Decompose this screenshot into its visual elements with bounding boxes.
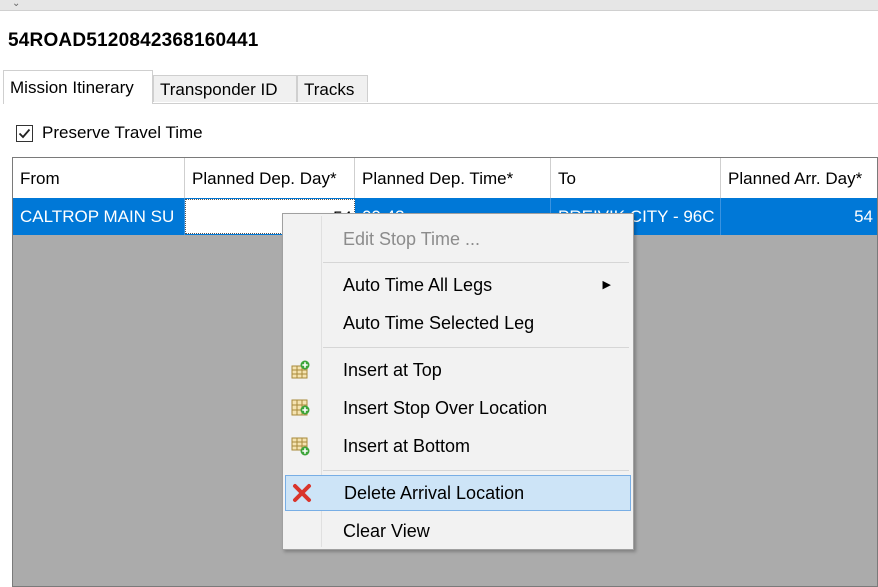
tab-tracks[interactable]: Tracks [297,75,368,102]
cell-from[interactable]: CALTROP MAIN SU [13,198,185,235]
delete-x-icon [293,484,311,502]
preserve-travel-time-label: Preserve Travel Time [42,123,203,142]
tab-mission-itinerary[interactable]: Mission Itinerary [3,70,153,104]
checkmark-icon [18,128,31,138]
menu-item-delete-arrival-location[interactable]: Delete Arrival Location [285,475,631,511]
column-header-planned-dep-time[interactable]: Planned Dep. Time* [355,158,551,198]
menu-item-label: Delete Arrival Location [344,483,525,503]
menu-item-label: Auto Time Selected Leg [343,313,535,333]
grid-header: From Planned Dep. Day* Planned Dep. Time… [13,158,877,199]
menu-separator [323,347,629,348]
column-header-from[interactable]: From [13,158,185,198]
insert-top-icon [291,360,310,379]
menu-item-label: Insert at Bottom [343,436,471,456]
column-header-planned-arr-day[interactable]: Planned Arr. Day* [721,158,877,198]
menu-item-insert-stop-over-location[interactable]: Insert Stop Over Location [285,390,631,426]
menu-item-label: Auto Time All Legs [343,275,493,295]
menu-item-label: Edit Stop Time ... [343,229,481,249]
menu-item-label: Insert at Top [343,360,442,380]
menu-item-edit-stop-time[interactable]: Edit Stop Time ... [285,221,631,257]
menu-separator [323,470,629,471]
tab-transponder-id[interactable]: Transponder ID [153,75,297,102]
cell-arr-day[interactable]: 54 [721,198,877,235]
menu-item-label: Insert Stop Over Location [343,398,548,418]
column-header-planned-dep-day[interactable]: Planned Dep. Day* [185,158,355,198]
record-id-title: 54ROAD5120842368160441 [8,30,259,51]
menu-item-auto-time-all-legs[interactable]: Auto Time All Legs ▶ [285,267,631,303]
insert-middle-icon [291,399,310,416]
preserve-travel-time-checkbox[interactable] [16,124,33,142]
menu-item-label: Clear View [343,521,430,541]
insert-bottom-icon [291,437,310,456]
column-header-to[interactable]: To [551,158,721,198]
tab-strip: Mission Itinerary Transponder ID Tracks [3,70,878,104]
window-top-bar: ⌄ [0,0,878,11]
context-menu: Edit Stop Time ... Auto Time All Legs ▶ … [282,213,634,550]
collapse-icon[interactable]: ⌄ [12,0,20,9]
submenu-arrow-icon: ▶ [602,279,611,291]
menu-item-insert-at-bottom[interactable]: Insert at Bottom [285,428,631,464]
menu-separator [323,262,629,263]
menu-item-clear-view[interactable]: Clear View [285,513,631,549]
menu-item-insert-at-top[interactable]: Insert at Top [285,352,631,388]
preserve-travel-time-row[interactable]: Preserve Travel Time [16,121,203,145]
menu-item-auto-time-selected-leg[interactable]: Auto Time Selected Leg [285,305,631,341]
